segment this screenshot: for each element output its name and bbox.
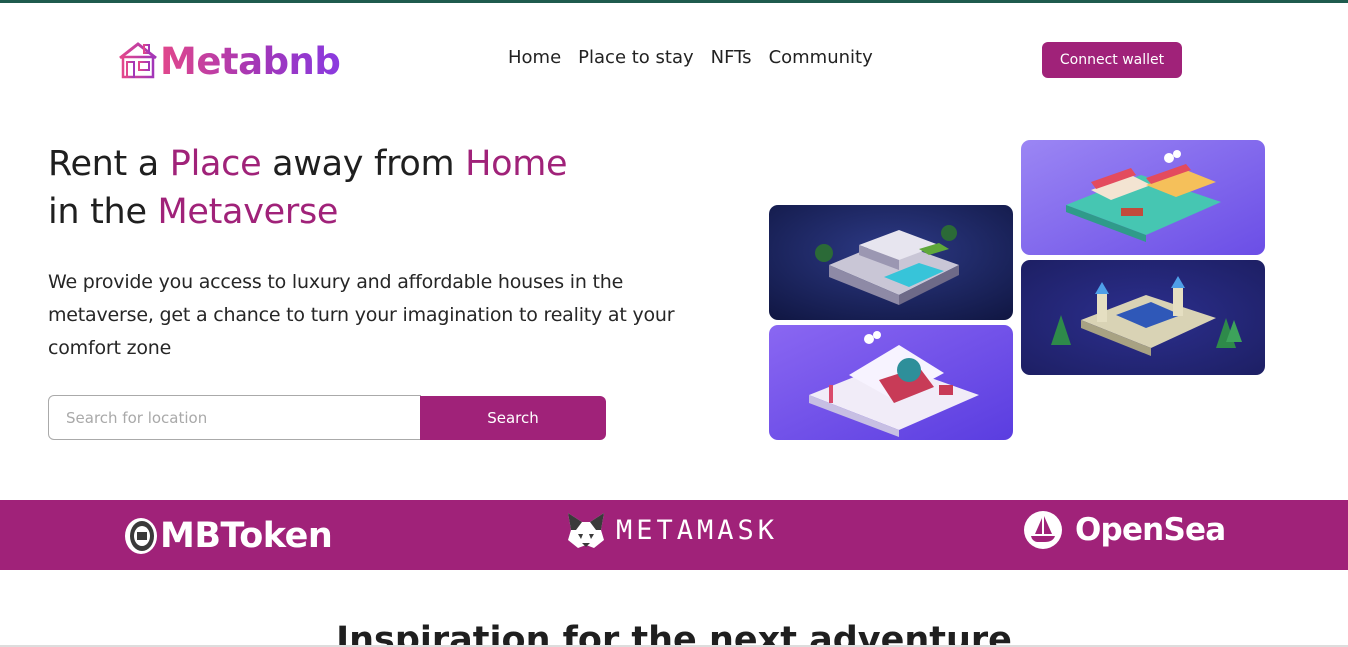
brand-logo[interactable]: Metabnb	[117, 39, 341, 83]
listing-image-modern-villa	[769, 205, 1013, 320]
partner-name: MBToken	[160, 516, 333, 556]
listing-image-market-stalls	[1021, 140, 1265, 255]
partner-opensea[interactable]: OpenSea	[1023, 510, 1226, 550]
mbtoken-coin-icon	[125, 518, 157, 554]
headline-text: Rent a	[48, 144, 170, 184]
brand-name: Metabnb	[160, 39, 341, 83]
metamask-fox-icon	[568, 513, 604, 548]
listing-image-snow-house	[769, 325, 1013, 440]
connect-wallet-button[interactable]: Connect wallet	[1042, 42, 1182, 78]
opensea-boat-icon	[1024, 511, 1062, 549]
nav-nfts[interactable]: NFTs	[711, 47, 752, 68]
top-border	[0, 0, 1348, 3]
headline-text: in the	[48, 192, 158, 232]
house-icon	[119, 42, 157, 80]
search-location-input[interactable]	[48, 395, 421, 440]
listing-image-castle	[1021, 260, 1265, 375]
hero-description: We provide you access to luxury and affo…	[48, 271, 675, 359]
section-title: Inspiration for the next adventure	[336, 620, 1012, 647]
partner-mbtoken[interactable]: MBToken	[124, 516, 333, 556]
hero-headline: Rent a Place away from Home in the Metav…	[48, 140, 688, 236]
partner-name: METAMASK	[616, 514, 779, 546]
headline-highlight-place: Place	[169, 144, 262, 184]
nav-community[interactable]: Community	[769, 47, 873, 68]
search-button[interactable]: Search	[420, 396, 606, 440]
partner-name: OpenSea	[1075, 512, 1226, 548]
nav-home[interactable]: Home	[508, 47, 561, 68]
headline-highlight-metaverse: Metaverse	[157, 192, 339, 232]
main-nav: Home Place to stay NFTs Community	[508, 47, 873, 68]
headline-highlight-home: Home	[465, 144, 568, 184]
headline-text: away from	[261, 144, 466, 184]
nav-place-to-stay[interactable]: Place to stay	[578, 47, 694, 68]
partner-metamask[interactable]: METAMASK	[566, 510, 778, 550]
